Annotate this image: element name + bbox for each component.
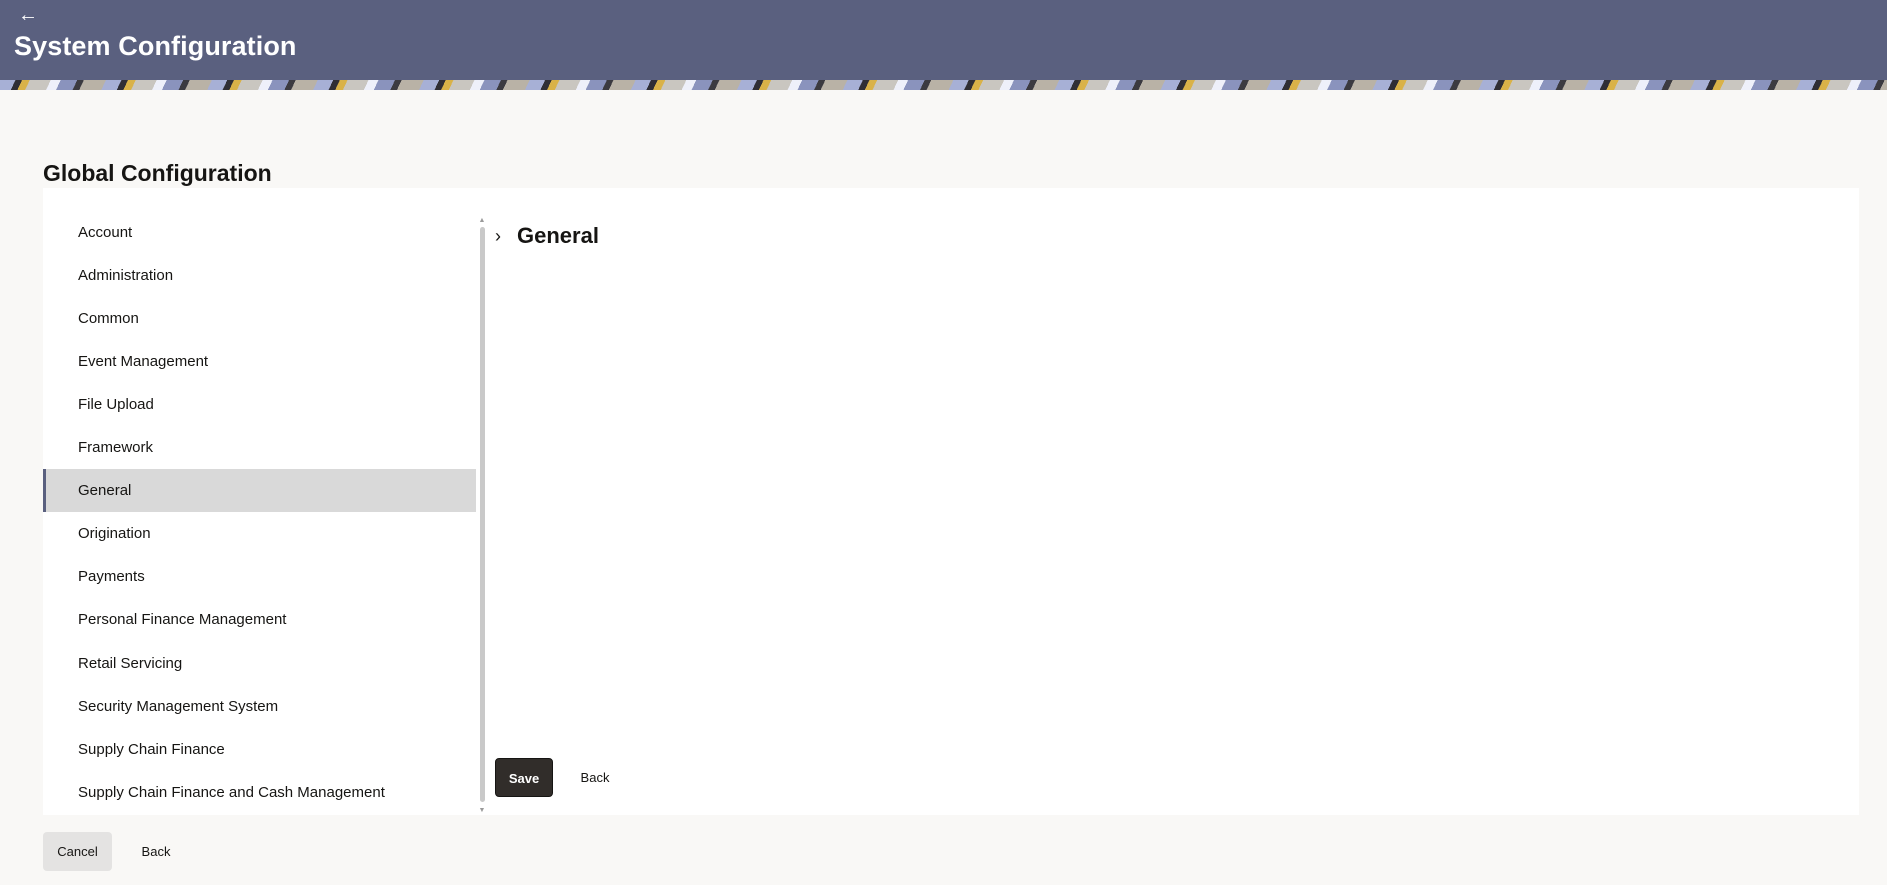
- nav-item-origination[interactable]: Origination: [43, 512, 476, 555]
- nav-item-personal-finance-management[interactable]: Personal Finance Management: [43, 598, 476, 641]
- config-card: Account Administration Common Event Mana…: [43, 188, 1859, 815]
- scroll-thumb[interactable]: [480, 227, 485, 802]
- footer-back-button[interactable]: Back: [135, 832, 177, 871]
- nav-item-payments[interactable]: Payments: [43, 555, 476, 598]
- nav-scrollbar[interactable]: ▲ ▼: [477, 217, 487, 815]
- app-title: System Configuration: [14, 31, 297, 61]
- section-title: General: [517, 223, 599, 248]
- nav-item-retail-servicing[interactable]: Retail Servicing: [43, 642, 476, 685]
- nav-item-general[interactable]: General: [43, 469, 476, 512]
- cancel-button[interactable]: Cancel: [43, 832, 112, 871]
- nav-item-account[interactable]: Account: [43, 211, 476, 254]
- nav-item-administration[interactable]: Administration: [43, 254, 476, 297]
- category-nav: Account Administration Common Event Mana…: [43, 211, 476, 811]
- header-banner: [0, 80, 1887, 90]
- nav-item-framework[interactable]: Framework: [43, 426, 476, 469]
- page-title: Global Configuration: [43, 160, 272, 186]
- scroll-down-icon[interactable]: ▼: [478, 807, 486, 815]
- nav-item-supply-chain-finance-cash-management[interactable]: Supply Chain Finance and Cash Management: [43, 771, 476, 811]
- scroll-up-icon[interactable]: ▲: [478, 217, 486, 225]
- save-button[interactable]: Save: [495, 758, 553, 797]
- app-header: ← System Configuration: [0, 0, 1887, 80]
- chevron-right-icon[interactable]: ›: [495, 226, 511, 246]
- nav-item-event-management[interactable]: Event Management: [43, 340, 476, 383]
- section-back-button[interactable]: Back: [571, 758, 619, 797]
- back-arrow-icon[interactable]: ←: [18, 4, 42, 26]
- nav-item-common[interactable]: Common: [43, 297, 476, 340]
- nav-item-supply-chain-finance[interactable]: Supply Chain Finance: [43, 728, 476, 771]
- section-general-header[interactable]: › General: [495, 222, 599, 250]
- nav-item-security-management-system[interactable]: Security Management System: [43, 685, 476, 728]
- nav-item-file-upload[interactable]: File Upload: [43, 383, 476, 426]
